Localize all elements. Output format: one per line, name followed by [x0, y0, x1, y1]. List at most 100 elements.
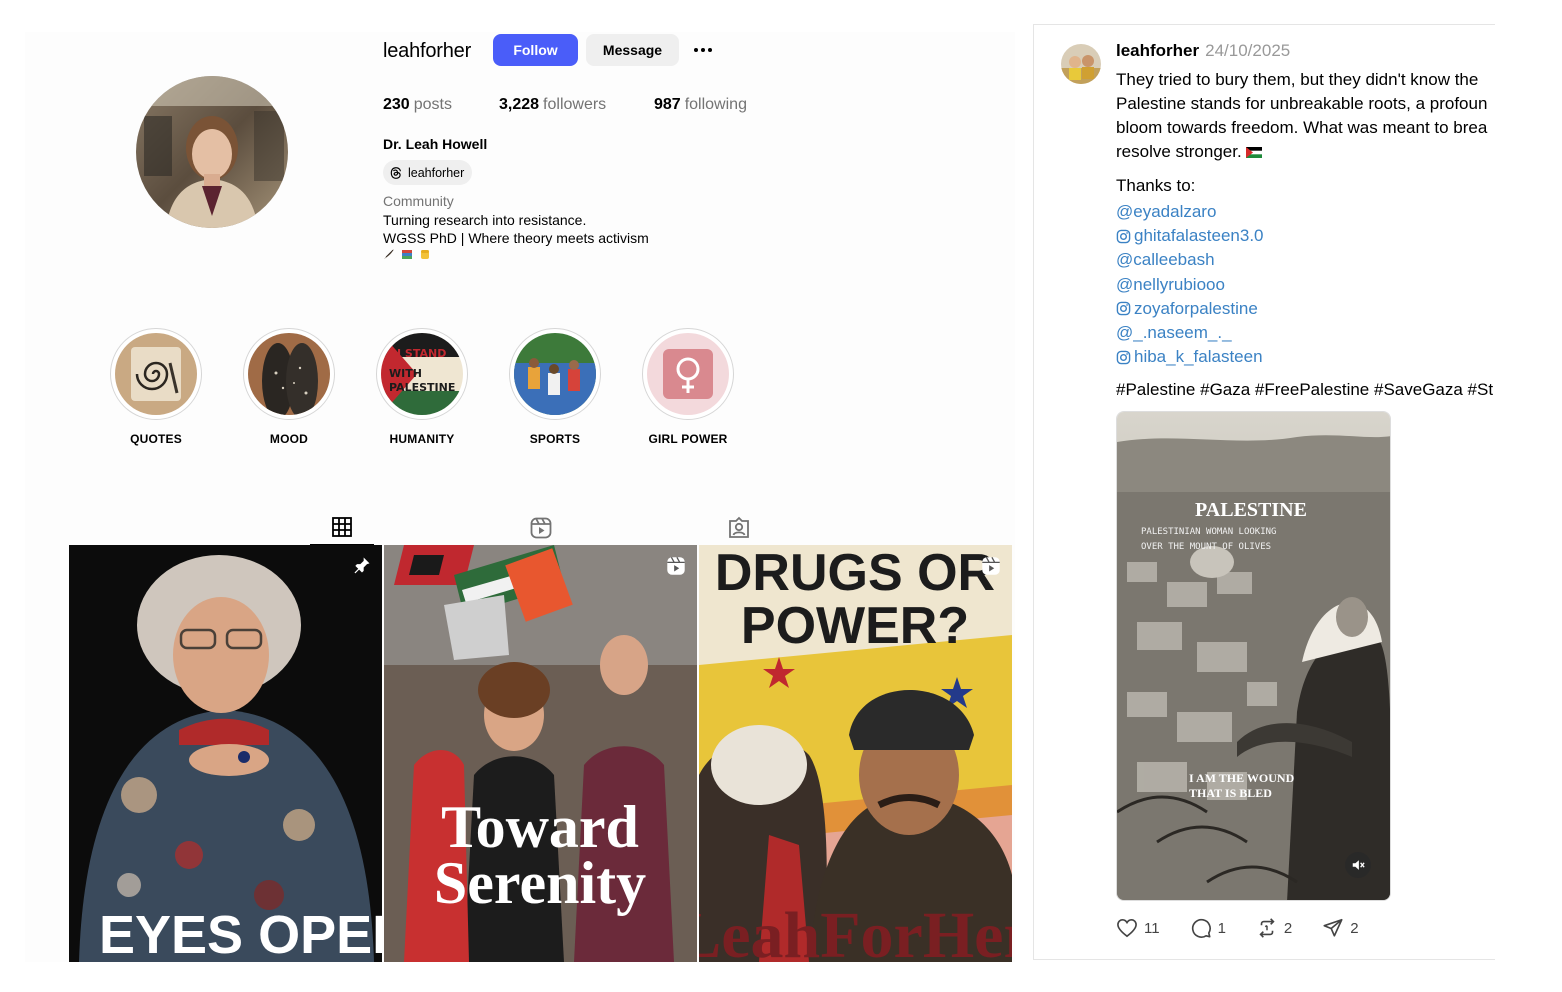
- post-caption: Serenity: [434, 850, 646, 916]
- more-options-icon[interactable]: [690, 38, 716, 62]
- thanks-label: Thanks to:: [1116, 176, 1196, 195]
- posts-grid-icon: [332, 517, 352, 537]
- instagram-icon: [1116, 350, 1131, 365]
- threads-handle: leahforher: [408, 165, 465, 180]
- posts-grid: EYES OPEN, Toward Serenity: [69, 545, 1013, 962]
- mention-text: hiba_k_falasteen: [1134, 347, 1263, 367]
- post-header: leahforher 24/10/2025: [1116, 41, 1290, 61]
- reel-icon: [665, 555, 687, 582]
- mention-link[interactable]: hiba_k_falasteen: [1116, 345, 1264, 369]
- following-label: following: [684, 96, 747, 113]
- profile-avatar[interactable]: [136, 76, 288, 228]
- repost-icon: [1259, 918, 1275, 938]
- post-text-line: Palestine stands for unbreakable roots, …: [1116, 94, 1488, 113]
- share-button[interactable]: 2: [1322, 917, 1359, 939]
- reel-icon: [980, 555, 1002, 582]
- humanity-image-text: WITH: [389, 367, 422, 380]
- reply-count: 1: [1217, 919, 1226, 937]
- threads-post: leahforher 24/10/2025 They tried to bury …: [1033, 24, 1495, 960]
- message-button[interactable]: Message: [586, 34, 679, 66]
- mention-text: ghitafalasteen3.0: [1134, 226, 1264, 246]
- post-caption: POWER?: [741, 597, 969, 655]
- post-author-username[interactable]: leahforher: [1116, 41, 1199, 60]
- reels-icon: [530, 517, 552, 539]
- share-count: 2: [1350, 919, 1359, 937]
- instagram-profile: leahforher Follow Message 230 posts 3,228…: [25, 32, 1015, 962]
- heart-icon: [1117, 918, 1137, 938]
- tab-tagged[interactable]: [707, 510, 771, 546]
- grid-post[interactable]: EYES OPEN,: [69, 545, 382, 962]
- followers-label: followers: [543, 96, 607, 113]
- post-actions: 11 1 2 2: [1116, 917, 1389, 939]
- post-video[interactable]: PALESTINE PALESTINIAN WOMAN LOOKING OVER…: [1116, 411, 1391, 901]
- highlight-sports[interactable]: SPORTS: [509, 328, 601, 446]
- books-emoji-icon: [401, 247, 413, 259]
- profile-bio: Turning research into resistance. WGSS P…: [383, 211, 649, 247]
- threads-link[interactable]: leahforher: [383, 160, 473, 185]
- profile-username: leahforher: [383, 40, 472, 62]
- post-author-avatar[interactable]: [1061, 44, 1101, 84]
- raised-fist-emoji-icon: [419, 247, 431, 259]
- following-count: 987: [654, 96, 681, 113]
- instagram-icon: [1116, 229, 1131, 244]
- pin-icon: [352, 555, 372, 580]
- tagged-icon: [729, 516, 749, 538]
- highlight-label: GIRL POWER: [648, 432, 728, 446]
- feather-emoji-icon: [383, 247, 395, 259]
- post-date[interactable]: 24/10/2025: [1205, 41, 1290, 60]
- threads-icon: [390, 166, 402, 179]
- post-text-line: resolve stronger.: [1116, 140, 1495, 164]
- bio-line: WGSS PhD | Where theory meets activism: [383, 230, 649, 246]
- highlight-label: SPORTS: [529, 432, 581, 446]
- posts-count: 230: [383, 96, 410, 113]
- mention-link[interactable]: zoyaforpalestine: [1116, 297, 1264, 321]
- send-icon: [1323, 918, 1343, 937]
- repost-count: 2: [1283, 919, 1293, 937]
- following-stat[interactable]: 987 following: [654, 96, 747, 114]
- comment-icon: [1191, 918, 1211, 938]
- highlight-humanity[interactable]: I STAND WITH PALESTINE HUMANITY: [376, 328, 468, 446]
- mention-text: @calleebash: [1116, 250, 1215, 270]
- followers-count: 3,228: [499, 96, 540, 113]
- followers-stat[interactable]: 3,228 followers: [499, 96, 606, 114]
- video-quote: I AM THE WOUND: [1189, 771, 1295, 785]
- post-text-line: bloom towards freedom. What was meant to…: [1116, 118, 1488, 137]
- humanity-image-text: PALESTINE: [389, 381, 455, 394]
- mention-link[interactable]: ghitafalasteen3.0: [1116, 224, 1264, 248]
- profile-tabs: [25, 510, 1015, 546]
- speaker-muted-icon: [1352, 860, 1365, 870]
- bio-line: Turning research into resistance.: [383, 212, 587, 228]
- tab-reels[interactable]: [509, 510, 573, 546]
- post-text: They tried to bury them, but they didn't…: [1116, 68, 1495, 164]
- bio-emoji-row: [383, 247, 431, 259]
- like-button[interactable]: 11: [1116, 917, 1160, 939]
- post-caption: DRUGS OR: [715, 545, 995, 602]
- follow-button[interactable]: Follow: [493, 34, 578, 66]
- highlight-quotes[interactable]: QUOTES: [110, 328, 202, 446]
- highlight-mood[interactable]: MOOD: [243, 328, 335, 446]
- posts-stat[interactable]: 230 posts: [383, 96, 452, 114]
- grid-post[interactable]: DRUGS OR POWER? LeahForHer: [699, 545, 1012, 962]
- reply-button[interactable]: 1: [1190, 917, 1226, 939]
- highlight-label: QUOTES: [130, 432, 182, 446]
- tab-posts[interactable]: [310, 510, 374, 546]
- post-hashtags[interactable]: #Palestine #Gaza #FreePalestine #SaveGaz…: [1116, 380, 1493, 400]
- grid-post[interactable]: Toward Serenity: [384, 545, 697, 962]
- post-watermark: LeahForHer: [699, 899, 1012, 962]
- repost-button[interactable]: 2: [1256, 917, 1292, 939]
- mention-link[interactable]: @nellyrubiooo: [1116, 273, 1264, 297]
- mention-link[interactable]: @_.naseem_._: [1116, 321, 1264, 345]
- highlight-label: MOOD: [269, 432, 309, 446]
- mention-link[interactable]: @calleebash: [1116, 248, 1264, 272]
- profile-full-name: Dr. Leah Howell: [383, 136, 488, 152]
- video-title: PALESTINE: [1195, 499, 1307, 521]
- mention-text: @eyadalzaro: [1116, 202, 1217, 221]
- video-quote: THAT IS BLED: [1189, 786, 1272, 800]
- highlight-girl-power[interactable]: GIRL POWER: [642, 328, 734, 446]
- mention-link[interactable]: @eyadalzaro: [1116, 200, 1264, 224]
- highlight-label: HUMANITY: [389, 432, 455, 446]
- mention-text: zoyaforpalestine: [1134, 298, 1258, 318]
- mute-toggle[interactable]: [1345, 852, 1371, 878]
- video-subtitle: OVER THE MOUNT OF OLIVES: [1141, 542, 1271, 552]
- mention-text: @nellyrubiooo: [1116, 274, 1225, 294]
